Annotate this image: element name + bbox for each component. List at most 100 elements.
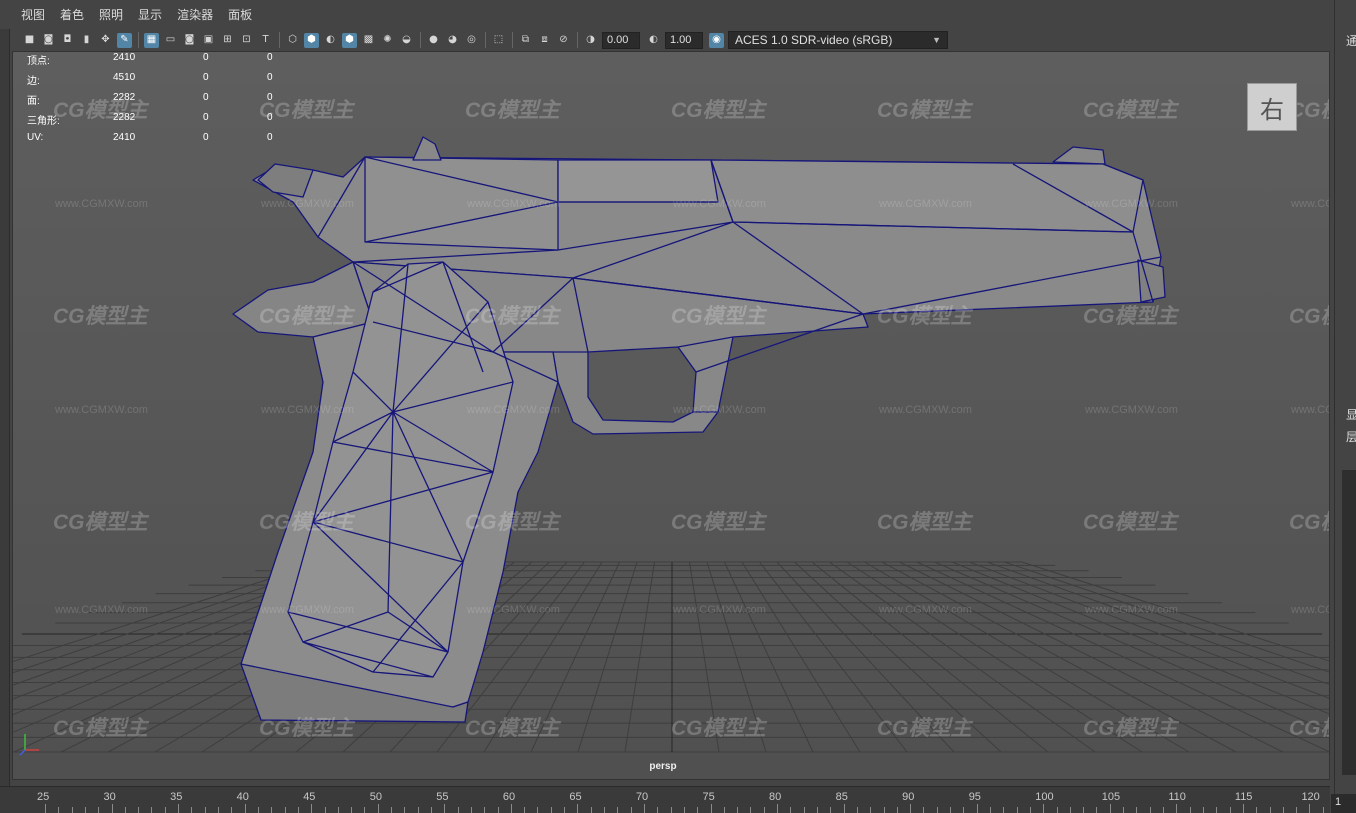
timeline-tick: [856, 807, 858, 813]
color-management-icon[interactable]: ◉: [709, 32, 724, 48]
grease-pencil-icon[interactable]: ✎: [117, 32, 132, 48]
exposure-icon[interactable]: ◑: [583, 33, 598, 48]
timeline-frame-label: 70: [635, 791, 649, 803]
anti-alias-icon[interactable]: ◎: [464, 33, 479, 48]
xray-icon[interactable]: ▩: [361, 33, 376, 48]
timeline-tick: [1282, 807, 1284, 813]
timeline-tick: [111, 804, 113, 813]
xray-active-icon[interactable]: ⧈: [537, 33, 552, 48]
timeline-tick: [1123, 807, 1125, 813]
camera-attributes-icon[interactable]: ◙: [41, 33, 56, 48]
hud-value: 0: [267, 92, 273, 103]
texture-icon[interactable]: ⊘: [556, 33, 571, 48]
gamma-icon[interactable]: ◐: [646, 33, 661, 48]
timeline-tick: [577, 804, 579, 813]
timeline-tick: [484, 807, 486, 813]
ambient-occlusion-icon[interactable]: ●: [426, 33, 441, 48]
wireframe-icon[interactable]: ⬡: [285, 33, 300, 48]
timeline-tick: [1056, 807, 1058, 813]
right-panel-char-1[interactable]: 通: [1346, 32, 1356, 49]
timeline-tick: [1256, 807, 1258, 813]
timeline-tick: [1029, 807, 1031, 813]
timeline-tick: [204, 807, 206, 813]
resolution-gate-icon[interactable]: ◙: [182, 33, 197, 48]
2d-pan-zoom-icon[interactable]: ✥: [98, 33, 113, 48]
view-cube[interactable]: 右: [1247, 83, 1297, 131]
hud-value: 2282: [113, 92, 136, 103]
timeline-tick: [883, 807, 885, 813]
safe-action-icon[interactable]: ⊡: [239, 33, 254, 48]
timeline-tick: [417, 807, 419, 813]
timeline-tick: [470, 807, 472, 813]
timeline-tick: [537, 807, 539, 813]
flat-shade-icon[interactable]: ◐: [323, 33, 338, 48]
poly-count-hud: 顶点: 2410 0 0 边: 4510 0 0 面: 2282 0 0 三角形…: [27, 52, 307, 152]
wireframe-on-shaded-icon[interactable]: ⬢: [342, 32, 357, 48]
timeline-frame-label: 90: [902, 791, 915, 803]
current-frame-field[interactable]: 1: [1331, 794, 1356, 813]
shadows-icon[interactable]: ◒: [399, 33, 414, 48]
gate-mask-icon[interactable]: ▣: [201, 33, 216, 48]
timeline-frame-label: 25: [37, 791, 50, 803]
bookmarks-icon[interactable]: ◘: [60, 33, 75, 48]
timeline-tick: [138, 807, 140, 813]
timeline-frame-label: 115: [1234, 791, 1253, 803]
timeline-frame-label: 35: [170, 791, 183, 803]
isolate-select-icon[interactable]: ⬚: [491, 33, 506, 48]
timeline-tick: [670, 807, 672, 813]
image-plane-icon[interactable]: ▮: [79, 33, 94, 48]
field-chart-icon[interactable]: ⊞: [220, 33, 235, 48]
timeline-tick: [404, 807, 406, 813]
timeline-tick: [564, 807, 566, 813]
menu-view[interactable]: 视图: [21, 6, 45, 23]
timeline-tick: [697, 807, 699, 813]
panel-toolbar: ■ ◙ ◘ ▮ ✥ ✎ ▦ ▭ ◙ ▣ ⊞ ⊡ T ⬡ ⬢ ◐ ⬢ ▩ ✺ ◒ …: [12, 29, 1330, 51]
timeline-frame-label: 80: [769, 791, 782, 803]
smooth-shade-icon[interactable]: ⬢: [304, 32, 319, 48]
exposure-field[interactable]: 0.00: [602, 31, 640, 49]
timeline-tick: [311, 804, 313, 813]
hud-row-uvs: UV: 2410 0 0: [27, 132, 307, 152]
film-gate-icon[interactable]: ▭: [163, 33, 178, 48]
menu-lighting[interactable]: 照明: [99, 6, 123, 23]
timeline-tick: [297, 807, 299, 813]
lights-icon[interactable]: ✺: [380, 33, 395, 48]
perspective-viewport[interactable]: CG模型主CG模型主CG模型主CG模型主CG模型主CG模型主CG模型主CG模型主…: [12, 51, 1330, 780]
chevron-down-icon: ▼: [932, 35, 941, 45]
timeline-tick: [1216, 807, 1218, 813]
menu-panels[interactable]: 面板: [228, 6, 252, 23]
color-space-dropdown[interactable]: ACES 1.0 SDR-video (sRGB) ▼: [728, 31, 948, 49]
safe-title-icon[interactable]: T: [258, 33, 273, 48]
timeline-tick: [1269, 807, 1271, 813]
right-panel-char-3[interactable]: 层: [1346, 428, 1356, 445]
color-space-value: ACES 1.0 SDR-video (sRGB): [735, 33, 893, 47]
timeline-tick: [1096, 807, 1098, 813]
timeline-tick: [710, 804, 712, 813]
menu-show[interactable]: 显示: [138, 6, 162, 23]
timeline-tick: [1003, 807, 1005, 813]
menu-shading[interactable]: 着色: [60, 6, 84, 23]
timeline-tick: [430, 807, 432, 813]
gamma-field[interactable]: 1.00: [665, 31, 703, 49]
timeline-tick: [830, 807, 832, 813]
timeline-tick: [990, 807, 991, 813]
timeline-tick: [803, 807, 805, 813]
timeline-frame-label: 50: [369, 791, 382, 803]
timeline-tick: [271, 807, 273, 813]
menu-renderer[interactable]: 渲染器: [177, 6, 213, 23]
timeline-tick: [337, 807, 339, 813]
timeline-tick: [84, 807, 86, 813]
motion-blur-icon[interactable]: ◕: [445, 33, 460, 48]
hud-label: 顶点:: [27, 56, 50, 67]
time-slider[interactable]: 25 30 35 40 45 50 55 60 65 70 75 80 85 90 95 100 105 110 1…: [0, 786, 1330, 813]
right-panel-dark-area: [1342, 470, 1356, 775]
timeline-tick: [191, 807, 193, 813]
right-panel-char-2[interactable]: 显: [1346, 406, 1356, 423]
timeline-frame-label: 100: [1035, 791, 1054, 803]
timeline-tick: [1083, 807, 1085, 813]
xray-joints-icon[interactable]: ⧉: [518, 33, 533, 48]
camera-select-icon[interactable]: ■: [22, 33, 37, 48]
timeline-tick: [750, 807, 752, 813]
grid-icon[interactable]: ▦: [144, 32, 159, 48]
timeline-tick: [843, 804, 845, 813]
